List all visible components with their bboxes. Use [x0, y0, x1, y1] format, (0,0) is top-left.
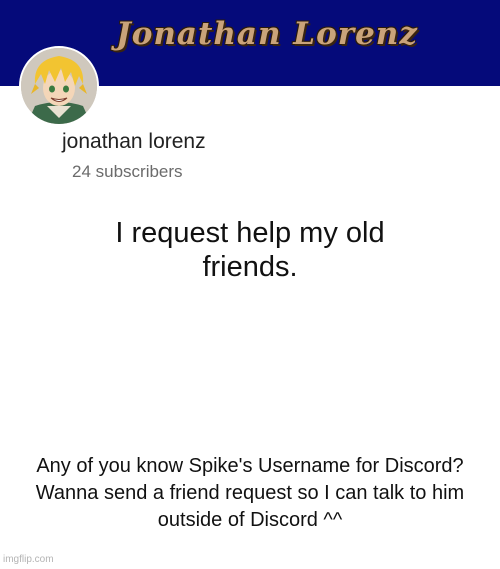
- banner-title: Jonathan Lorenz: [116, 16, 418, 52]
- meme-canvas: Jonathan Lorenz jonathan lorenz 24 subsc…: [0, 0, 500, 569]
- post-caption: Any of you know Spike's Username for Dis…: [35, 455, 465, 531]
- channel-avatar[interactable]: [19, 46, 99, 126]
- post-headline: I request help my old friends.: [115, 217, 385, 283]
- subscriber-count: 24 subscribers: [72, 162, 183, 181]
- imgflip-watermark: imgflip.com: [3, 554, 54, 565]
- anime-character-avatar-icon: [21, 48, 97, 124]
- channel-name[interactable]: jonathan lorenz: [62, 129, 206, 155]
